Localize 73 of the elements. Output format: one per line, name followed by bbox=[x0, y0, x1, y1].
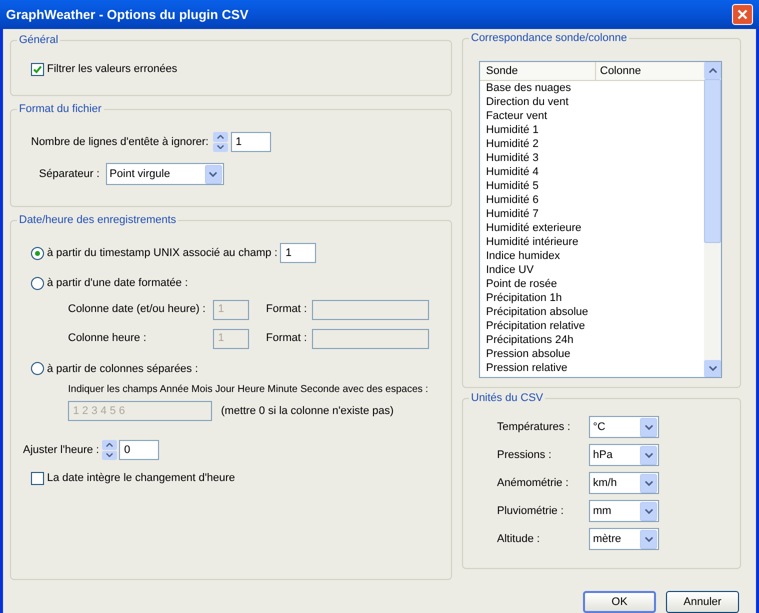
column-header[interactable]: Sonde bbox=[480, 62, 596, 80]
spinner-buttons[interactable] bbox=[102, 440, 118, 460]
list-item[interactable]: Humidité 6 bbox=[480, 193, 704, 207]
list-item[interactable]: Base des nuages bbox=[480, 81, 704, 95]
list-item[interactable]: Facteur vent bbox=[480, 109, 704, 123]
caret-icon bbox=[644, 508, 652, 514]
list-item[interactable]: Humidité 2 bbox=[480, 137, 704, 151]
list-item[interactable]: Indice humidex bbox=[480, 249, 704, 263]
list-item[interactable]: Précipitation relative bbox=[480, 319, 704, 333]
window-title: GraphWeather - Options du plugin CSV bbox=[6, 6, 248, 24]
field-label: Séparateur : bbox=[39, 166, 100, 182]
caret-icon bbox=[644, 452, 652, 458]
group-title: Correspondance sonde/colonne bbox=[469, 31, 629, 45]
list-item[interactable]: Humidité 1 bbox=[480, 123, 704, 137]
dropdown[interactable]: Point virgule bbox=[106, 163, 224, 185]
radio-button[interactable] bbox=[31, 246, 44, 260]
list-item[interactable]: Indice UV bbox=[480, 263, 704, 277]
radio-label: à partir d'une date formatée : bbox=[47, 276, 188, 291]
field-label: Ajuster l'heure : bbox=[23, 442, 100, 458]
field-label: Colonne heure : bbox=[68, 331, 148, 346]
dialog-button[interactable]: OK bbox=[583, 591, 656, 613]
dropdown[interactable]: hPa bbox=[589, 444, 659, 466]
list-item[interactable]: Humidité exterieure bbox=[480, 221, 704, 235]
group-title: Date/heure des enregistrements bbox=[17, 213, 178, 227]
radio-button[interactable] bbox=[31, 276, 44, 290]
field-label: Altitude : bbox=[497, 532, 541, 547]
list-item[interactable]: Humidité intérieure bbox=[480, 235, 704, 249]
radio-label: à partir du timestamp UNIX associé au champ : bbox=[47, 246, 278, 261]
list-item[interactable]: Point de rosée bbox=[480, 277, 704, 291]
dropdown[interactable]: km/h bbox=[589, 472, 659, 494]
input-field[interactable]: 1 bbox=[230, 132, 271, 152]
dialog-button[interactable]: Annuler bbox=[666, 591, 739, 613]
list-item[interactable]: Humidité 5 bbox=[480, 179, 704, 193]
close-button[interactable] bbox=[732, 4, 753, 25]
hint-text: (mettre 0 si la colonne n'existe pas) bbox=[221, 404, 394, 419]
field-label: Anémométrie : bbox=[497, 476, 570, 491]
list-item[interactable]: Précipitations 24h bbox=[480, 333, 704, 347]
checkbox-label: Filtrer les valeurs erronées bbox=[47, 62, 178, 77]
list-item[interactable]: Humidité 7 bbox=[480, 207, 704, 221]
column-header[interactable]: Colonne bbox=[596, 62, 704, 80]
checkbox[interactable] bbox=[31, 62, 44, 76]
list-item[interactable]: Pression absolue bbox=[480, 347, 704, 361]
list-item[interactable]: Pression relative bbox=[480, 361, 704, 375]
list-item[interactable]: Direction du vent bbox=[480, 95, 704, 109]
caret-icon bbox=[644, 480, 652, 486]
list-item[interactable]: Humidité 3 bbox=[480, 151, 704, 165]
caret-icon bbox=[209, 172, 218, 176]
radio-label: à partir de colonnes séparées : bbox=[47, 362, 198, 376]
dropdown[interactable]: °C bbox=[589, 416, 659, 438]
radio-button[interactable] bbox=[31, 362, 44, 376]
field-label: Pressions : bbox=[497, 448, 552, 463]
instruction-text: Indiquer les champs Année Mois Jour Heure Minute Seconde avec des espaces : bbox=[68, 383, 428, 396]
close-icon bbox=[737, 9, 748, 20]
list-item[interactable]: Précipitation 1h bbox=[480, 291, 704, 305]
spinner-buttons[interactable] bbox=[212, 132, 228, 152]
dropdown[interactable]: mm bbox=[589, 500, 659, 522]
field-label: Températures : bbox=[497, 420, 572, 435]
checkbox[interactable] bbox=[31, 472, 44, 485]
list-item[interactable]: Précipitation absolue bbox=[480, 305, 704, 319]
checkmark-icon bbox=[33, 64, 42, 74]
caret-icon bbox=[644, 536, 652, 542]
dropdown[interactable]: mètre bbox=[589, 528, 659, 550]
list-item[interactable]: Humidité 4 bbox=[480, 165, 704, 179]
field-label: Format : bbox=[266, 331, 308, 346]
checkbox-label: La date intègre le changement d'heure bbox=[47, 471, 236, 486]
field-label: Nombre de lignes d'entête à ignorer: bbox=[31, 134, 209, 150]
input-field[interactable]: 1 bbox=[280, 243, 316, 263]
field-label: Pluviométrie : bbox=[497, 504, 565, 519]
field-label: Format : bbox=[266, 302, 308, 318]
scrollbar[interactable] bbox=[704, 62, 721, 377]
input-field[interactable]: 0 bbox=[119, 440, 160, 460]
field-label: Colonne date (et/ou heure) : bbox=[68, 302, 207, 318]
caret-icon bbox=[644, 424, 652, 430]
